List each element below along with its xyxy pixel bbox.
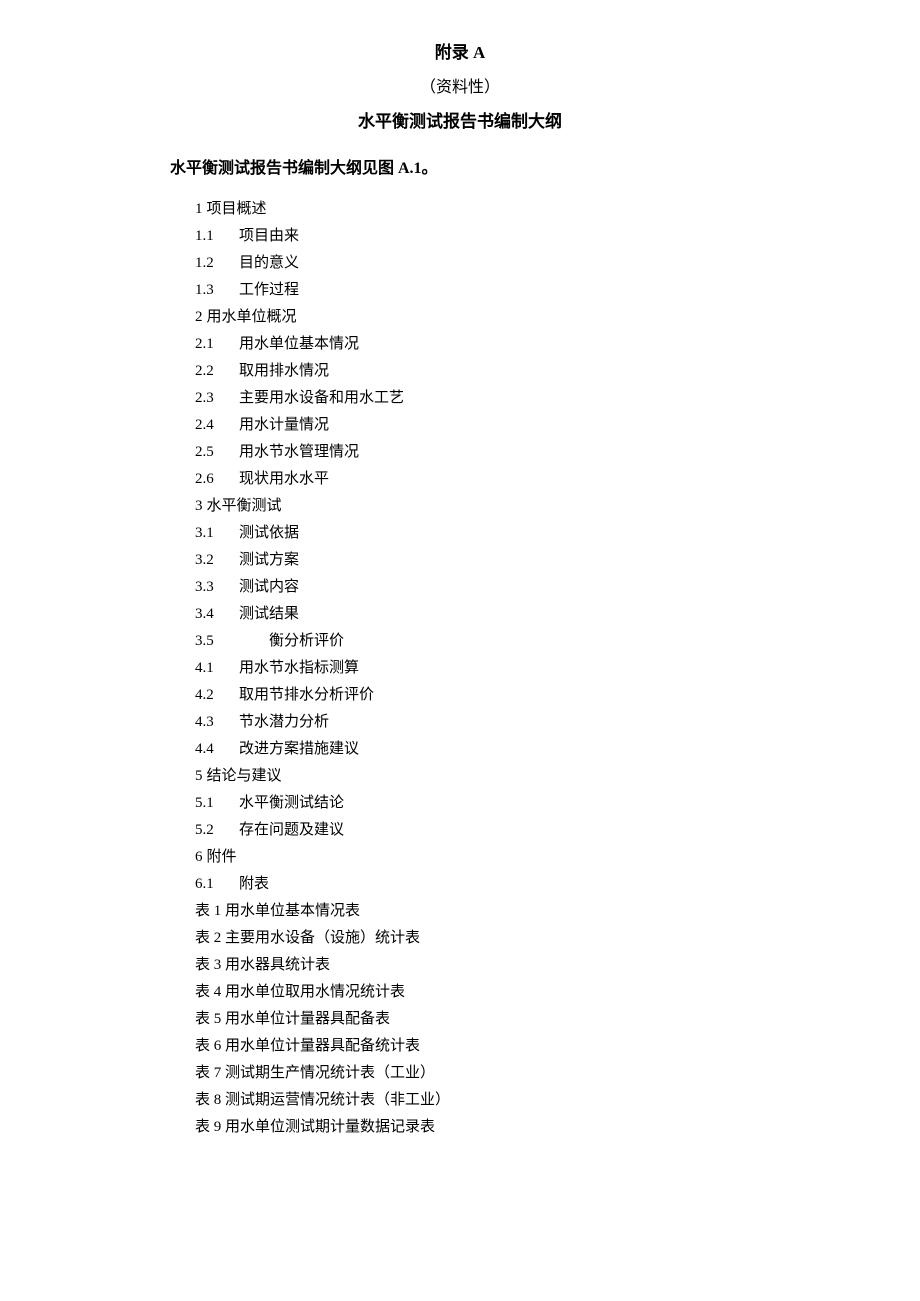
item-number: 1.2 — [195, 250, 239, 277]
item-3-3: 3.3 测试内容 — [195, 574, 920, 601]
item-2-4: 2.4 用水计量情况 — [195, 412, 920, 439]
item-title: 存在问题及建议 — [239, 817, 344, 844]
item-title: 测试结果 — [239, 601, 299, 628]
item-title: 测试内容 — [239, 574, 299, 601]
item-number: 3.3 — [195, 574, 239, 601]
appendix-title: 附录 A — [0, 38, 920, 63]
appendix-type: （资料性） — [0, 73, 920, 97]
item-title: 取用排水情况 — [239, 358, 329, 385]
item-number: 3.2 — [195, 547, 239, 574]
item-number: 2.3 — [195, 385, 239, 412]
item-6-1: 6.1 附表 — [195, 871, 920, 898]
item-1-3: 1.3 工作过程 — [195, 277, 920, 304]
item-3-1: 3.1 测试依据 — [195, 520, 920, 547]
item-2-6: 2.6 现状用水水平 — [195, 466, 920, 493]
table-8: 表 8 测试期运营情况统计表（非工业） — [195, 1087, 920, 1114]
item-number: 4.3 — [195, 709, 239, 736]
section-number: 3 — [195, 493, 203, 520]
section-5: 5 结论与建议 — [195, 763, 920, 790]
intro-text: 水平衡测试报告书编制大纲见图 A.1。 — [170, 154, 920, 178]
item-title: 水平衡测试结论 — [239, 790, 344, 817]
section-number: 2 — [195, 304, 203, 331]
table-5: 表 5 用水单位计量器具配备表 — [195, 1006, 920, 1033]
item-4-3: 4.3 节水潜力分析 — [195, 709, 920, 736]
item-number: 2.5 — [195, 439, 239, 466]
item-3-4: 3.4 测试结果 — [195, 601, 920, 628]
section-1: 1 项目概述 — [195, 196, 920, 223]
item-title: 现状用水水平 — [239, 466, 329, 493]
item-number: 3.4 — [195, 601, 239, 628]
section-3: 3 水平衡测试 — [195, 493, 920, 520]
section-number: 1 — [195, 196, 203, 223]
document-header: 附录 A （资料性） 水平衡测试报告书编制大纲 — [0, 38, 920, 132]
item-title: 用水节水指标测算 — [239, 655, 359, 682]
table-6: 表 6 用水单位计量器具配备统计表 — [195, 1033, 920, 1060]
table-7: 表 7 测试期生产情况统计表（工业） — [195, 1060, 920, 1087]
item-3-5: 3.5 衡分析评价 — [195, 628, 920, 655]
item-title: 节水潜力分析 — [239, 709, 329, 736]
item-number: 5.1 — [195, 790, 239, 817]
main-title: 水平衡测试报告书编制大纲 — [0, 107, 920, 132]
item-5-1: 5.1 水平衡测试结论 — [195, 790, 920, 817]
section-title: 结论与建议 — [207, 763, 282, 790]
section-number: 5 — [195, 763, 203, 790]
section-title: 水平衡测试 — [207, 493, 282, 520]
item-1-1: 1.1 项目由来 — [195, 223, 920, 250]
item-number: 2.1 — [195, 331, 239, 358]
item-number: 2.2 — [195, 358, 239, 385]
outline-content: 1 项目概述 1.1 项目由来 1.2 目的意义 1.3 工作过程 2 用水单位… — [195, 196, 920, 1141]
section-2: 2 用水单位概况 — [195, 304, 920, 331]
item-2-1: 2.1 用水单位基本情况 — [195, 331, 920, 358]
item-number: 1.3 — [195, 277, 239, 304]
item-title: 用水单位基本情况 — [239, 331, 359, 358]
item-title: 衡分析评价 — [239, 628, 344, 655]
item-4-2: 4.2 取用节排水分析评价 — [195, 682, 920, 709]
section-title: 附件 — [207, 844, 237, 871]
item-number: 4.1 — [195, 655, 239, 682]
item-2-5: 2.5 用水节水管理情况 — [195, 439, 920, 466]
item-title: 改进方案措施建议 — [239, 736, 359, 763]
item-title: 目的意义 — [239, 250, 299, 277]
item-4-4: 4.4 改进方案措施建议 — [195, 736, 920, 763]
item-2-2: 2.2 取用排水情况 — [195, 358, 920, 385]
item-number: 4.2 — [195, 682, 239, 709]
item-title: 附表 — [239, 871, 269, 898]
section-number: 6 — [195, 844, 203, 871]
item-title: 测试方案 — [239, 547, 299, 574]
item-number: 4.4 — [195, 736, 239, 763]
item-title: 主要用水设备和用水工艺 — [239, 385, 404, 412]
item-number: 2.4 — [195, 412, 239, 439]
section-6: 6 附件 — [195, 844, 920, 871]
section-title: 用水单位概况 — [207, 304, 297, 331]
item-number: 3.1 — [195, 520, 239, 547]
item-5-2: 5.2 存在问题及建议 — [195, 817, 920, 844]
item-1-2: 1.2 目的意义 — [195, 250, 920, 277]
table-9: 表 9 用水单位测试期计量数据记录表 — [195, 1114, 920, 1141]
table-3: 表 3 用水器具统计表 — [195, 952, 920, 979]
item-4-1: 4.1 用水节水指标测算 — [195, 655, 920, 682]
item-number: 5.2 — [195, 817, 239, 844]
item-number: 3.5 — [195, 628, 239, 655]
table-2: 表 2 主要用水设备（设施）统计表 — [195, 925, 920, 952]
item-title: 取用节排水分析评价 — [239, 682, 374, 709]
item-title: 工作过程 — [239, 277, 299, 304]
table-1: 表 1 用水单位基本情况表 — [195, 898, 920, 925]
item-number: 6.1 — [195, 871, 239, 898]
item-3-2: 3.2 测试方案 — [195, 547, 920, 574]
item-title: 测试依据 — [239, 520, 299, 547]
item-number: 1.1 — [195, 223, 239, 250]
item-title: 用水节水管理情况 — [239, 439, 359, 466]
table-4: 表 4 用水单位取用水情况统计表 — [195, 979, 920, 1006]
item-2-3: 2.3 主要用水设备和用水工艺 — [195, 385, 920, 412]
item-title: 项目由来 — [239, 223, 299, 250]
item-number: 2.6 — [195, 466, 239, 493]
item-title: 用水计量情况 — [239, 412, 329, 439]
section-title: 项目概述 — [207, 196, 267, 223]
